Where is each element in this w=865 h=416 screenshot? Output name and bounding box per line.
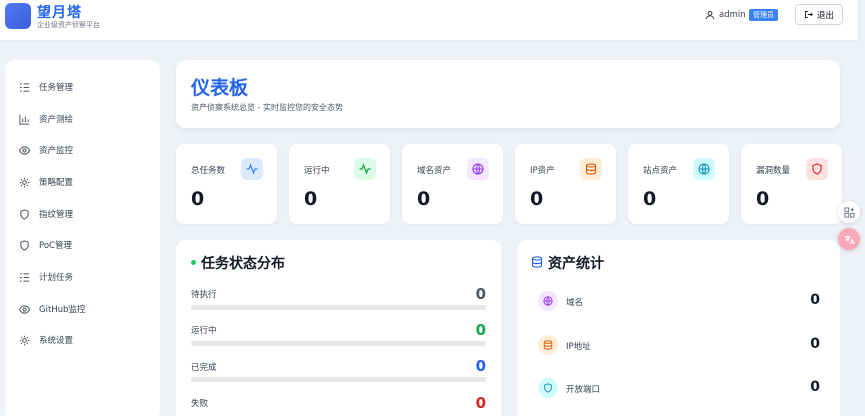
sidebar-item-fingerprint[interactable]: 指纹管理 — [19, 207, 73, 221]
asset-label-open-ports: 开放端口 — [566, 385, 601, 395]
stat-label: 漏洞数量 — [756, 166, 791, 176]
sidebar-item-label: PoC管理 — [39, 241, 72, 251]
progress-bar-completed — [191, 377, 486, 382]
database-icon — [531, 256, 543, 268]
asset-stats-title: 资产统计 — [548, 256, 604, 272]
page-title: 仪表板 — [191, 77, 249, 99]
app-tagline: 企业级资产侦察平台 — [37, 21, 100, 29]
user-name: admin — [719, 10, 746, 20]
sidebar-item-label: 系统设置 — [39, 336, 74, 346]
progress-bar-running — [191, 341, 486, 346]
app-logo[interactable] — [5, 3, 31, 29]
globe-icon — [693, 158, 715, 180]
role-badge: 管理员 — [749, 9, 778, 21]
dashboard-header-card: 仪表板 资产侦察系统总览 - 实时监控您的安全态势 — [176, 60, 840, 128]
sidebar-item-label: 任务管理 — [39, 83, 74, 93]
stat-label: 总任务数 — [191, 166, 226, 176]
database-icon — [580, 158, 602, 180]
floating-translate-button[interactable] — [838, 228, 860, 250]
status-dot-icon — [191, 260, 196, 265]
sidebar-item-label: 指纹管理 — [39, 210, 74, 220]
activity-icon — [354, 158, 376, 180]
stat-card-running: 运行中 0 — [289, 144, 390, 224]
logout-button[interactable]: 退出 — [795, 4, 843, 25]
gear-icon — [19, 335, 30, 345]
sidebar-item-asset-monitor[interactable]: 资产监控 — [19, 143, 73, 157]
sidebar-item-scheduled-tasks[interactable]: 计划任务 — [19, 270, 73, 284]
gear-icon — [19, 177, 30, 187]
shield-icon — [20, 239, 29, 251]
shield-icon — [538, 378, 558, 398]
status-value-pending: 0 — [475, 285, 486, 303]
page-subtitle: 资产侦察系统总览 - 实时监控您的安全态势 — [191, 103, 343, 112]
eye-icon — [19, 304, 30, 314]
user-icon — [705, 10, 715, 20]
status-label-completed: 已完成 — [191, 363, 217, 373]
stat-value: 0 — [530, 188, 544, 210]
sidebar-item-label: GitHub监控 — [39, 305, 86, 315]
status-label-pending: 待执行 — [191, 290, 217, 300]
translate-icon — [844, 235, 855, 244]
stat-card-vulnerabilities: 漏洞数量 0 — [741, 144, 842, 224]
sidebar-item-poc[interactable]: PoC管理 — [19, 238, 72, 252]
shield-icon — [806, 158, 828, 180]
status-value-completed: 0 — [475, 357, 486, 375]
app-name: 望月塔 — [37, 5, 82, 21]
sidebar-item-label: 策略配置 — [39, 178, 74, 188]
top-header: 望月塔 企业级资产侦察平台 admin 管理员 退出 — [0, 0, 858, 40]
apps-grid-icon — [843, 206, 855, 218]
activity-icon — [241, 158, 263, 180]
status-label-failed: 失败 — [191, 399, 209, 409]
sidebar-item-system-settings[interactable]: 系统设置 — [19, 333, 73, 347]
globe-icon — [538, 291, 558, 311]
globe-icon — [467, 158, 489, 180]
sidebar-item-label: 资产测绘 — [39, 115, 74, 125]
stat-label: 站点资产 — [643, 166, 678, 176]
sidebar-item-label: 计划任务 — [39, 273, 74, 283]
database-icon — [538, 335, 558, 355]
stat-value: 0 — [191, 188, 205, 210]
asset-label-ip: IP地址 — [566, 342, 591, 352]
bar-chart-icon — [19, 114, 30, 125]
task-list-icon — [19, 272, 30, 282]
stat-value: 0 — [417, 188, 431, 210]
stat-card-ip-assets: IP资产 0 — [515, 144, 616, 224]
stat-card-domain-assets: 域名资产 0 — [402, 144, 503, 224]
stat-value: 0 — [643, 188, 657, 210]
asset-value-open-ports: 0 — [810, 379, 820, 395]
sidebar-item-asset-mapping[interactable]: 资产测绘 — [19, 112, 73, 126]
progress-bar-pending — [191, 305, 486, 310]
stat-label: IP资产 — [530, 166, 555, 176]
shield-icon — [20, 208, 29, 220]
sidebar-item-label: 资产监控 — [39, 146, 74, 156]
eye-icon — [19, 145, 30, 155]
status-value-running: 0 — [475, 321, 486, 339]
task-status-title: 任务状态分布 — [201, 256, 285, 272]
asset-value-domain: 0 — [810, 292, 820, 308]
logout-label: 退出 — [816, 10, 834, 21]
stat-card-total-tasks: 总任务数 0 — [176, 144, 277, 224]
asset-value-ip: 0 — [810, 336, 820, 352]
stat-card-site-assets: 站点资产 0 — [628, 144, 729, 224]
logout-icon — [805, 11, 813, 18]
floating-apps-button[interactable] — [838, 201, 860, 223]
stat-label: 运行中 — [304, 166, 330, 176]
stat-value: 0 — [756, 188, 770, 210]
asset-label-domain: 域名 — [566, 298, 584, 308]
task-list-icon — [19, 82, 30, 92]
status-label-running: 运行中 — [191, 326, 217, 336]
status-value-failed: 0 — [475, 394, 486, 412]
sidebar-item-github-monitor[interactable]: GitHub监控 — [19, 302, 85, 316]
sidebar-item-task-management[interactable]: 任务管理 — [19, 80, 73, 94]
sidebar-item-policy-config[interactable]: 策略配置 — [19, 175, 73, 189]
stat-value: 0 — [304, 188, 318, 210]
stat-label: 域名资产 — [417, 166, 452, 176]
